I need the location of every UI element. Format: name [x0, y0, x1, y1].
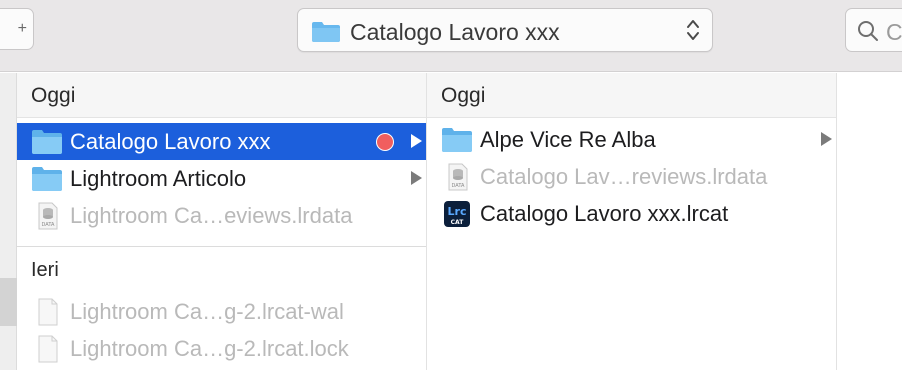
search-placeholder: Cerca	[886, 19, 902, 45]
chevron-updown-icon	[687, 20, 699, 40]
database-document-icon: DATA	[448, 163, 468, 191]
search-field[interactable]: Cerca	[845, 8, 902, 52]
list-item-label: Lightroom Ca…g-2.lrcat-wal	[70, 299, 344, 324]
list-item-label: Lightroom Articolo	[70, 166, 247, 191]
disclosure-arrow-icon	[411, 134, 422, 148]
plus-icon: +	[17, 20, 27, 37]
new-folder-button[interactable]: +	[0, 8, 34, 50]
list-item-label: Catalogo Lavoro xxx.lrcat	[480, 201, 729, 226]
path-popup-button[interactable]: Catalogo Lavoro xxx	[297, 8, 713, 52]
column-2-header-label: Oggi	[441, 84, 486, 107]
browser-column-3	[837, 73, 902, 370]
disclosure-arrow-icon	[411, 171, 422, 185]
previous-column-selection	[0, 278, 17, 326]
browser-column-1: Oggi Catalogo Lavoro xxx Lightroom Artic…	[17, 73, 427, 370]
red-tag-icon	[376, 133, 394, 151]
finder-toolbar: + Catalogo Lavoro xxx Cerca	[0, 0, 902, 72]
browser-column-2: Oggi Alpe Vice Re Alba DATA Catalogo Lav…	[427, 73, 837, 370]
column-1-header-label: Oggi	[31, 84, 76, 107]
column-2-header: Oggi	[427, 73, 836, 118]
previous-column-edge	[0, 73, 17, 370]
list-item-previews-lrdata[interactable]: DATA Lightroom Ca…eviews.lrdata	[17, 197, 426, 234]
lrc-badge-text: Lrc	[448, 205, 467, 218]
column-1-header: Oggi	[17, 73, 426, 118]
svg-text:DATA: DATA	[42, 222, 55, 228]
lightroom-catalog-icon: Lrc CAT	[444, 201, 470, 227]
list-item-alpe-vice-re-alba[interactable]: Alpe Vice Re Alba	[427, 121, 836, 158]
list-item-label: Lightroom Ca…eviews.lrdata	[70, 203, 353, 228]
section-label-ieri: Ieri	[31, 259, 59, 281]
list-item-label: Catalogo Lav…reviews.lrdata	[480, 164, 768, 189]
list-item-catalogo-lavoro[interactable]: Catalogo Lavoro xxx	[17, 123, 426, 160]
list-item-catalogo-lrcat[interactable]: Lrc CAT Catalogo Lavoro xxx.lrcat	[427, 195, 836, 232]
svg-text:DATA: DATA	[452, 183, 465, 189]
folder-icon	[32, 130, 62, 154]
section-divider	[17, 246, 426, 247]
list-item-label: Lightroom Ca…g-2.lrcat.lock	[70, 336, 349, 361]
path-popup-label: Catalogo Lavoro xxx	[350, 19, 560, 45]
cat-badge-text: CAT	[451, 219, 465, 226]
database-document-icon: DATA	[38, 202, 58, 230]
document-icon	[38, 298, 58, 326]
list-item-label: Alpe Vice Re Alba	[480, 127, 656, 152]
folder-icon	[312, 22, 340, 42]
folder-icon	[442, 128, 472, 152]
list-item-label: Catalogo Lavoro xxx	[70, 129, 271, 154]
list-item-lrcat-lock[interactable]: Lightroom Ca…g-2.lrcat.lock	[17, 330, 426, 367]
list-item-lightroom-articolo[interactable]: Lightroom Articolo	[17, 160, 426, 197]
list-item-lrcat-wal[interactable]: Lightroom Ca…g-2.lrcat-wal	[17, 293, 426, 330]
list-item-catalogo-previews-lrdata[interactable]: DATA Catalogo Lav…reviews.lrdata	[427, 158, 836, 195]
search-icon	[858, 21, 878, 41]
disclosure-arrow-icon	[821, 132, 832, 146]
document-icon	[38, 335, 58, 363]
folder-icon	[32, 167, 62, 191]
